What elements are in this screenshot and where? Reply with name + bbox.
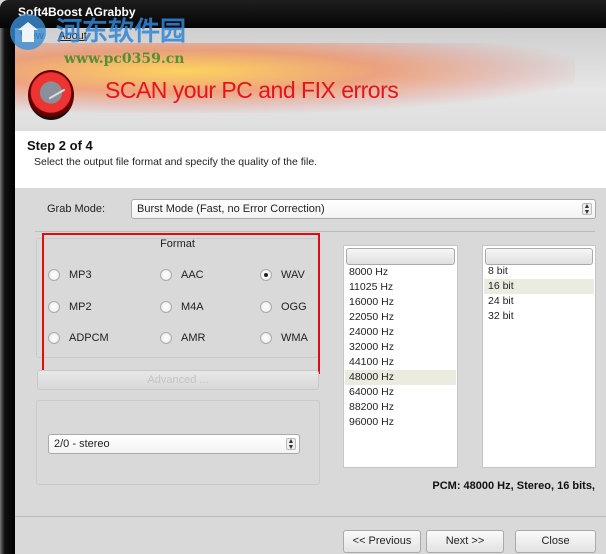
list-item[interactable]: 44100 Hz [345, 355, 456, 370]
step-subtitle: Select the output file format and specif… [34, 156, 318, 168]
grab-mode-value: Burst Mode (Fast, no Error Correction) [137, 203, 325, 215]
bit-depth-list[interactable]: 8 bit 16 bit 24 bit 32 bit [482, 245, 596, 468]
advanced-button[interactable]: Advanced ... [37, 370, 319, 390]
window-title: Soft4Boost AGrabby [18, 5, 136, 19]
list-item[interactable]: 88200 Hz [345, 400, 456, 415]
grab-mode-label: Grab Mode: [47, 203, 106, 215]
highlight-rectangle [42, 233, 320, 374]
menu-bar: View About [20, 30, 99, 42]
grab-mode-select[interactable]: Burst Mode (Fast, no Error Correction) ▲… [131, 199, 596, 219]
list-item[interactable]: 24000 Hz [345, 325, 456, 340]
list-item[interactable]: 24 bit [484, 294, 594, 309]
next-button[interactable]: Next >> [426, 530, 504, 553]
channels-select[interactable]: 2/0 - stereo ▲ ▼ [48, 434, 300, 454]
window-frame [0, 28, 15, 554]
close-button[interactable]: Close [515, 530, 596, 553]
sample-rate-list-header[interactable] [346, 248, 455, 265]
spinner-arrows-icon: ▲ ▼ [286, 438, 296, 451]
banner-slogan[interactable]: SCAN your PC and FIX errors [105, 77, 399, 104]
format-summary: PCM: 48000 Hz, Stereo, 16 bits, [432, 480, 595, 492]
previous-button[interactable]: << Previous [343, 530, 421, 553]
list-item[interactable]: 32000 Hz [345, 340, 456, 355]
divider [35, 231, 595, 232]
list-item[interactable]: 22050 Hz [345, 310, 456, 325]
list-item[interactable]: 48000 Hz [345, 370, 456, 385]
list-item[interactable]: 16 bit [484, 279, 594, 294]
divider [15, 516, 606, 517]
step-title: Step 2 of 4 [27, 138, 93, 153]
gauge-icon [28, 70, 74, 120]
menu-about[interactable]: About [58, 30, 87, 42]
list-item[interactable]: 8 bit [484, 264, 594, 279]
list-item[interactable]: 8000 Hz [345, 265, 456, 280]
spinner-arrows-icon: ▲ ▼ [582, 203, 592, 216]
list-item[interactable]: 64000 Hz [345, 385, 456, 400]
list-item[interactable]: 11025 Hz [345, 280, 456, 295]
list-item[interactable]: 16000 Hz [345, 295, 456, 310]
bit-depth-list-header[interactable] [485, 248, 593, 265]
channels-value: 2/0 - stereo [54, 438, 110, 450]
menu-view[interactable]: View [20, 30, 44, 42]
sample-rate-list[interactable]: 8000 Hz 11025 Hz 16000 Hz 22050 Hz 24000 Hz 3… [343, 245, 458, 468]
list-item[interactable]: 32 bit [484, 309, 594, 324]
list-item[interactable]: 96000 Hz [345, 415, 456, 430]
